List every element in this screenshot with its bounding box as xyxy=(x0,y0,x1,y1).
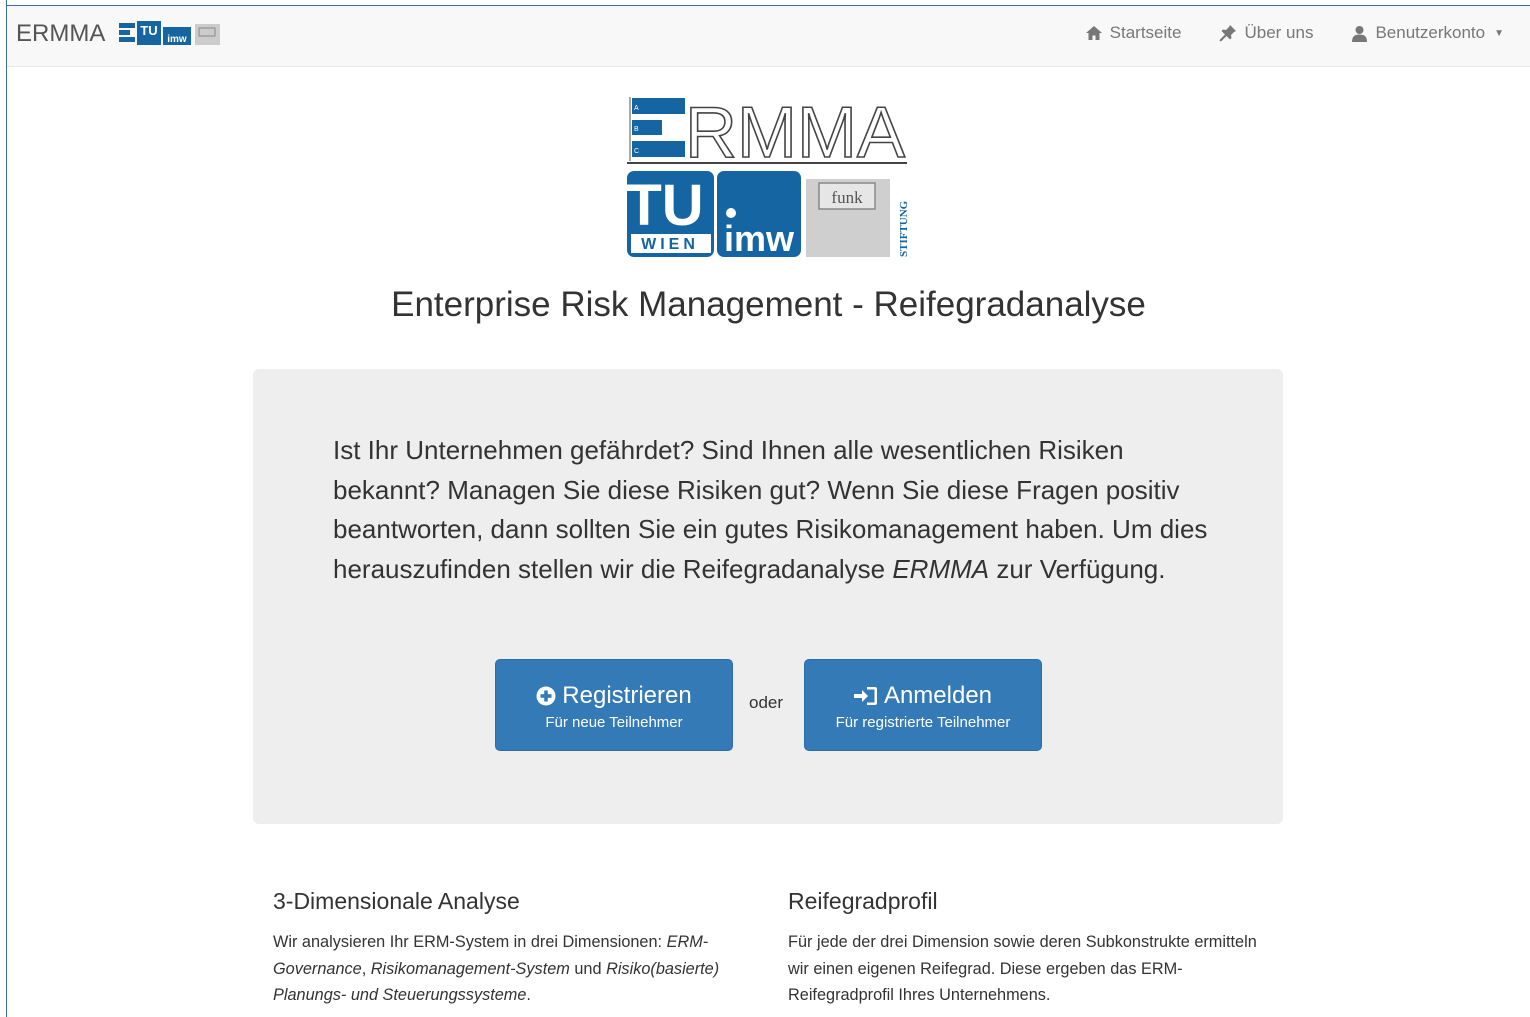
svg-text:C: C xyxy=(634,148,639,155)
login-sublabel: Für registrierte Teilnehmer xyxy=(835,714,1011,731)
svg-text:WIEN: WIEN xyxy=(641,236,699,253)
nav-startseite-label: Startseite xyxy=(1109,23,1182,42)
nav-startseite[interactable]: Startseite xyxy=(1085,23,1182,43)
svg-text:TU: TU xyxy=(626,173,703,238)
ermma-emphasis: ERMMA xyxy=(892,553,990,584)
intro-text: Ist Ihr Unternehmen gefährdet? Sind Ihne… xyxy=(333,435,1208,584)
brand-link[interactable]: ERMMA xyxy=(16,20,105,48)
pushpin-icon xyxy=(1219,25,1237,42)
feature-reifegradprofil-text: Für jede der drei Dimension sowie deren … xyxy=(788,933,1257,1004)
plus-circle-icon xyxy=(536,686,556,706)
register-label: Registrieren xyxy=(562,682,692,709)
login-button[interactable]: Anmelden Für registrierte Teilnehmer xyxy=(804,659,1042,751)
ermma-small-logo[interactable]: TU imw xyxy=(119,20,223,46)
feature-analyse: 3-Dimensionale Analyse Wir analysieren I… xyxy=(273,888,743,1009)
nav-ueber-uns[interactable]: Über uns xyxy=(1219,23,1313,43)
nav-benutzerkonto-label: Benutzerkonto xyxy=(1375,23,1486,42)
feature-reifegradprofil: Reifegradprofil Für jede der drei Dimens… xyxy=(788,888,1258,1009)
home-icon xyxy=(1085,26,1102,40)
login-label: Anmelden xyxy=(883,682,993,709)
feature-analyse-text: Wir analysieren Ihr ERM-System in drei D… xyxy=(273,933,720,1004)
register-sublabel: Für neue Teilnehmer xyxy=(545,714,683,731)
jumbotron: Ist Ihr Unternehmen gefährdet? Sind Ihne… xyxy=(253,369,1283,824)
log-in-icon xyxy=(853,687,877,705)
or-label: oder xyxy=(749,693,784,712)
page-title: Enterprise Risk Management - Reifegradan… xyxy=(391,285,1146,324)
svg-text:STIFTUNG: STIFTUNG xyxy=(898,200,910,257)
svg-text:A: A xyxy=(634,105,639,112)
caret-down-icon: ▼ xyxy=(1494,27,1504,39)
nav-benutzerkonto-dropdown[interactable]: Benutzerkonto ▼ xyxy=(1351,23,1504,43)
navbar: ERMMA TU imw Startseite Über uns Benutze… xyxy=(7,6,1530,67)
svg-text:TU: TU xyxy=(140,23,157,38)
svg-text:imw: imw xyxy=(724,218,795,259)
feature-reifegradprofil-title: Reifegradprofil xyxy=(788,888,938,914)
feature-analyse-title: 3-Dimensionale Analyse xyxy=(273,888,520,914)
ermma-logo: A B C RMMA TU WIEN imw funk STIFTUNG xyxy=(626,95,910,259)
svg-text:imw: imw xyxy=(167,34,187,45)
register-button[interactable]: Registrieren Für neue Teilnehmer xyxy=(495,659,733,751)
user-icon xyxy=(1352,25,1368,42)
nav-ueber-uns-label: Über uns xyxy=(1244,23,1314,42)
svg-text:RMMA: RMMA xyxy=(685,95,905,173)
svg-text:funk: funk xyxy=(831,188,863,207)
svg-text:B: B xyxy=(634,126,639,133)
